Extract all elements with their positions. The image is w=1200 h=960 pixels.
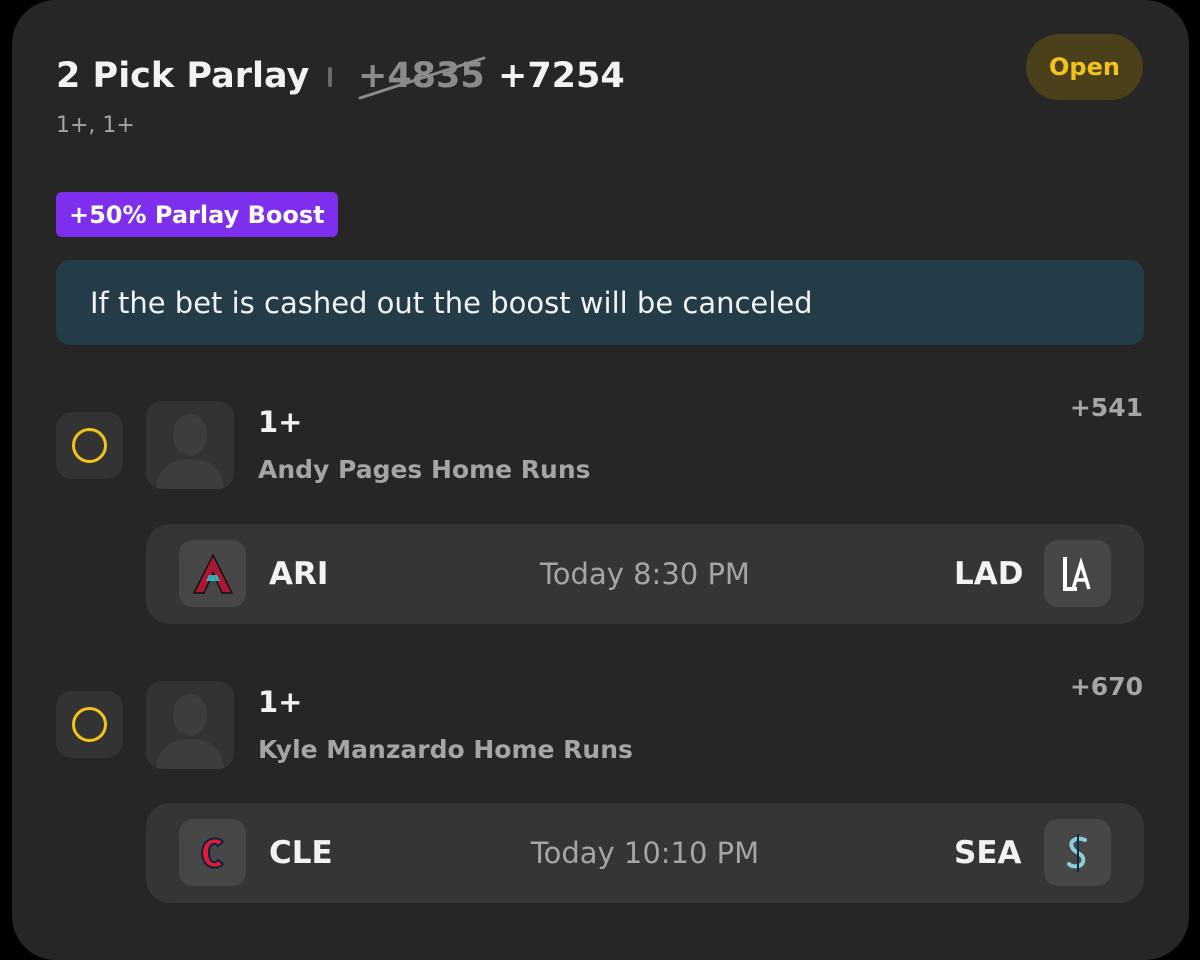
pick-line: 1+ [258, 405, 303, 439]
radio-ring-icon [72, 428, 107, 463]
home-team: LAD [954, 556, 1024, 592]
pick-status-radio[interactable] [56, 691, 123, 758]
mariners-logo-icon [1044, 819, 1111, 886]
player-avatar [146, 401, 234, 489]
game-matchup-row[interactable]: ARI Today 8:30 PM LAD [146, 524, 1144, 624]
parlay-subtitle: 1+, 1+ [56, 113, 135, 138]
boosted-odds: +7254 [498, 56, 625, 96]
player-avatar [146, 681, 234, 769]
boost-notice-text: If the bet is cashed out the boost will … [90, 285, 813, 320]
pick-market: Kyle Manzardo Home Runs [258, 735, 633, 764]
player-silhouette-icon [156, 414, 224, 489]
pick-market: Andy Pages Home Runs [258, 455, 591, 484]
title-separator [328, 67, 332, 87]
parlay-boost-badge: +50% Parlay Boost [56, 192, 338, 237]
status-badge: Open [1026, 34, 1143, 100]
game-matchup-row[interactable]: CLE Today 10:10 PM SEA [146, 803, 1144, 903]
pick-odds: +541 [1069, 393, 1143, 422]
boost-notice-banner: If the bet is cashed out the boost will … [56, 260, 1144, 345]
pick-odds: +670 [1069, 672, 1143, 701]
home-team: SEA [954, 835, 1022, 871]
parlay-title: 2 Pick Parlay [56, 56, 310, 96]
strikethrough-slash [358, 56, 486, 100]
pick-line: 1+ [258, 685, 303, 719]
player-silhouette-icon [156, 694, 224, 769]
dodgers-logo-icon [1044, 540, 1111, 607]
pick-status-radio[interactable] [56, 412, 123, 479]
radio-ring-icon [72, 707, 107, 742]
